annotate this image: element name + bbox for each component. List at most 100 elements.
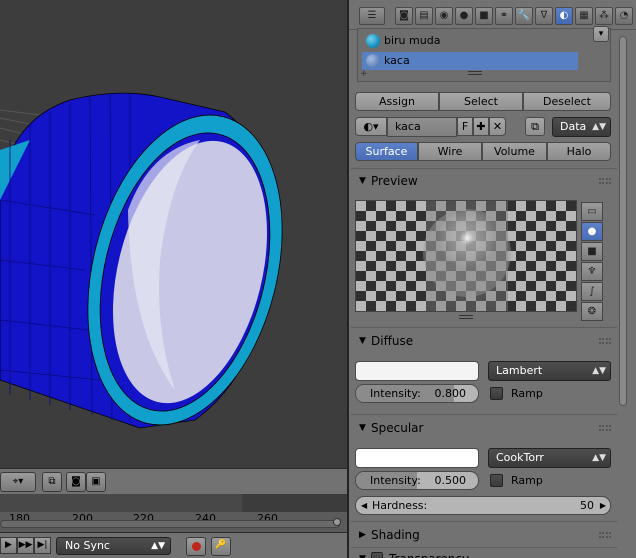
collapse-triangle-icon: ▼ — [359, 176, 366, 186]
specular-intensity-slider[interactable]: Intensity: 0.500 — [355, 471, 479, 490]
keying-set-icon[interactable]: 🔑 — [211, 537, 231, 556]
drag-grip-icon[interactable] — [599, 338, 611, 344]
material-slot-list[interactable]: biru muda kaca + — [357, 28, 611, 82]
3d-viewport[interactable] — [0, 0, 347, 468]
hardness-slider[interactable]: ◀ Hardness: 50 ▶ — [355, 496, 611, 515]
pivot-point-dropdown[interactable]: ⌖▾ — [0, 472, 36, 492]
drag-grip-icon[interactable] — [599, 178, 611, 184]
unlink-icon[interactable]: ✕ — [489, 117, 506, 136]
select-button[interactable]: Select — [439, 92, 523, 111]
resize-grip-icon[interactable] — [459, 315, 473, 319]
preview-monkey-icon[interactable]: ♆ — [581, 262, 603, 281]
slider-value: 0.800 — [434, 387, 467, 400]
add-icon[interactable]: + — [360, 69, 368, 79]
constraints-icon[interactable]: ⚭ — [495, 7, 513, 25]
transparency-panel-header[interactable]: ▼ Transparency — [349, 548, 619, 558]
editor-type-icon[interactable]: ☰ — [359, 7, 385, 25]
diffuse-shader-dropdown[interactable]: Lambert ▲▼ — [488, 361, 611, 381]
diffuse-shader-label: Lambert — [496, 364, 543, 377]
texture-icon[interactable]: ▦ — [575, 7, 593, 25]
preview-sky-icon[interactable]: ❂ — [581, 302, 603, 321]
slot-specials-button[interactable]: ▾ — [593, 26, 609, 42]
link-type-dropdown[interactable]: Data ▲▼ — [552, 117, 611, 137]
diffuse-ramp-checkbox[interactable] — [490, 387, 503, 400]
specular-shader-dropdown[interactable]: CookTorr ▲▼ — [488, 448, 611, 468]
particles-icon[interactable]: ⁂ — [595, 7, 613, 25]
diffuse-panel-header[interactable]: ▼ Diffuse — [349, 330, 619, 352]
tab-volume[interactable]: Volume — [482, 142, 547, 161]
playback-bar: ▶ ▶▶ ▶| No Sync ▲▼ 🔑 — [0, 532, 347, 558]
chevron-down-icon: ▲▼ — [151, 541, 165, 551]
slider-value: 0.500 — [434, 474, 467, 487]
increment-arrow-icon[interactable]: ▶ — [600, 497, 606, 514]
timeline-scroll-handle[interactable] — [333, 518, 341, 526]
world-icon[interactable]: ● — [455, 7, 473, 25]
preview-cube-icon[interactable]: ■ — [581, 242, 603, 261]
copy-material-icon[interactable]: ⧉ — [525, 117, 545, 136]
material-slot[interactable]: biru muda — [362, 32, 578, 50]
tab-surface[interactable]: Surface — [355, 142, 418, 161]
slider-label: Hardness: — [372, 499, 428, 512]
tab-halo[interactable]: Halo — [547, 142, 611, 161]
collapse-triangle-icon: ▼ — [359, 423, 366, 433]
chevron-updown-icon: ▲▼ — [592, 366, 606, 376]
render-layers-icon[interactable]: ▤ — [415, 7, 433, 25]
panel-title: Transparency — [389, 548, 469, 558]
jump-end-icon[interactable]: ▶| — [34, 537, 51, 554]
specular-ramp-label: Ramp — [511, 474, 543, 487]
tab-wire[interactable]: Wire — [418, 142, 482, 161]
snap-icon[interactable]: ⧉ — [42, 472, 62, 492]
properties-editor: ☰ ◙ ▤ ◉ ● ■ ⚭ 🔧 ∇ ◐ ▦ ⁂ ◔ biru muda kaca… — [349, 0, 636, 558]
decrement-arrow-icon[interactable]: ◀ — [361, 497, 367, 514]
diffuse-ramp-label: Ramp — [511, 387, 543, 400]
timeline-scrollbar[interactable] — [0, 520, 340, 528]
physics-icon[interactable]: ◔ — [615, 7, 633, 25]
preview-flat-icon[interactable]: ▭ — [581, 202, 603, 221]
resize-grip-icon[interactable] — [468, 71, 482, 75]
material-slot-name: kaca — [384, 54, 410, 67]
deselect-button[interactable]: Deselect — [523, 92, 611, 111]
jump-keyframe-icon[interactable]: ▶▶ — [17, 537, 34, 554]
drag-grip-icon[interactable] — [599, 425, 611, 431]
play-icon[interactable]: ▶ — [0, 537, 17, 554]
browse-material-button[interactable]: ◐▾ — [355, 117, 387, 136]
transparency-checkbox[interactable] — [371, 552, 383, 558]
viewport-header: ⌖▾ ⧉ ◙ ▣ — [0, 468, 347, 494]
material-sphere-icon — [366, 34, 380, 48]
properties-header: ☰ ◙ ▤ ◉ ● ■ ⚭ 🔧 ∇ ◐ ▦ ⁂ ◔ — [349, 0, 636, 30]
drag-grip-icon[interactable] — [599, 532, 611, 538]
scene-icon[interactable]: ◉ — [435, 7, 453, 25]
object-icon[interactable]: ■ — [475, 7, 493, 25]
modifiers-icon[interactable]: 🔧 — [515, 7, 533, 25]
material-slot-name: biru muda — [384, 34, 441, 47]
new-material-icon[interactable]: ✚ — [473, 117, 489, 136]
render-icon[interactable]: ◙ — [66, 472, 86, 492]
specular-color-field[interactable] — [355, 448, 479, 468]
specular-panel-header[interactable]: ▼ Specular — [349, 417, 619, 439]
material-slot[interactable]: kaca — [362, 52, 578, 70]
diffuse-color-field[interactable] — [355, 361, 479, 381]
panel-title: Preview — [371, 174, 418, 188]
sync-mode-label: No Sync — [65, 539, 110, 552]
material-sphere-icon — [366, 54, 380, 68]
slider-value: 50 — [580, 499, 594, 512]
preview-hair-icon[interactable]: ∫ — [581, 282, 603, 301]
properties-scrollbar[interactable] — [619, 36, 627, 406]
material-name-field[interactable]: kaca — [387, 117, 457, 137]
specular-shader-label: CookTorr — [496, 451, 544, 464]
preview-sphere-icon[interactable]: ● — [581, 222, 603, 241]
diffuse-intensity-slider[interactable]: Intensity: 0.800 — [355, 384, 479, 403]
panel-title: Specular — [371, 421, 424, 435]
render-icon[interactable]: ◙ — [395, 7, 413, 25]
render-animation-icon[interactable]: ▣ — [86, 472, 106, 492]
shading-panel-header[interactable]: ▶ Shading — [349, 524, 619, 546]
sync-mode-dropdown[interactable]: No Sync ▲▼ — [56, 537, 171, 555]
material-icon[interactable]: ◐ — [555, 7, 573, 25]
expand-triangle-icon: ▶ — [359, 530, 366, 540]
assign-button[interactable]: Assign — [355, 92, 439, 111]
specular-ramp-checkbox[interactable] — [490, 474, 503, 487]
preview-panel-header[interactable]: ▼ Preview — [349, 170, 619, 192]
record-button[interactable] — [186, 537, 206, 556]
data-icon[interactable]: ∇ — [535, 7, 553, 25]
fake-user-button[interactable]: F — [457, 117, 473, 136]
